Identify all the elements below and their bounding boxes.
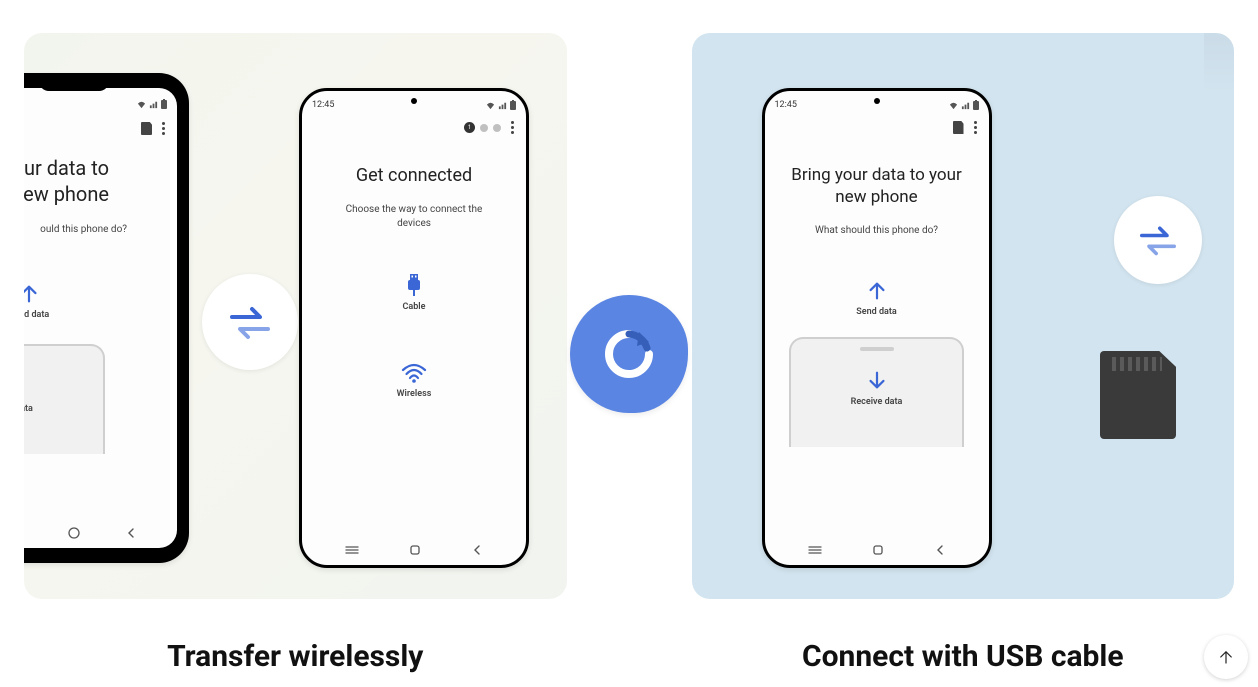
phone-c-title: Bring your data to your new phone bbox=[765, 136, 989, 218]
nav-home-icon[interactable] bbox=[871, 543, 885, 557]
receive-data-option[interactable]: Receive data bbox=[789, 337, 964, 447]
signal-icon bbox=[149, 100, 158, 109]
panel-transfer-wirelessly: 12:45 your data to new phone bbox=[24, 33, 567, 599]
transfer-arrows-icon bbox=[1136, 222, 1180, 258]
receive-data-label: Receive data bbox=[24, 404, 33, 414]
send-data-label: Send data bbox=[24, 310, 49, 320]
app-bar bbox=[24, 118, 177, 137]
phone-a-title-line1: your data to bbox=[24, 155, 159, 181]
nav-bar bbox=[24, 518, 177, 548]
nav-recent-icon[interactable] bbox=[807, 545, 823, 555]
panel-connect-usb: 12:45 Bring your data to your new phone … bbox=[692, 33, 1235, 599]
arrow-down-icon bbox=[866, 369, 888, 391]
status-time: 12:45 bbox=[312, 100, 334, 110]
phone-c-subtitle: What should this phone do? bbox=[765, 218, 989, 244]
transfer-arrows-icon bbox=[226, 302, 274, 342]
transfer-badge bbox=[202, 274, 298, 370]
sd-card-icon[interactable] bbox=[953, 121, 964, 134]
phone-b-title: Get connected bbox=[302, 136, 526, 197]
battery-icon bbox=[161, 99, 167, 109]
wireless-label: Wireless bbox=[397, 389, 432, 399]
status-bar: 12:45 bbox=[765, 93, 989, 117]
signal-icon bbox=[498, 101, 507, 110]
nav-bar bbox=[302, 535, 526, 565]
step-3 bbox=[493, 124, 501, 132]
caption-right: Connect with USB cable bbox=[692, 639, 1235, 674]
nav-back-icon[interactable] bbox=[933, 543, 947, 557]
wifi-status-icon bbox=[486, 101, 495, 110]
transfer-badge bbox=[1114, 196, 1202, 284]
captions-row: Transfer wirelessly Connect with USB cab… bbox=[0, 639, 1258, 674]
status-bar: 12:45 bbox=[302, 93, 526, 117]
receive-data-option[interactable]: Receive data bbox=[24, 344, 105, 454]
step-indicator: 1 bbox=[464, 122, 501, 133]
step-1: 1 bbox=[464, 122, 475, 133]
overflow-menu-icon[interactable] bbox=[162, 122, 165, 135]
phone-bring-data: 12:45 Bring your data to your new phone … bbox=[762, 88, 992, 568]
receive-data-label: Receive data bbox=[851, 397, 903, 407]
nav-back-icon[interactable] bbox=[124, 526, 138, 540]
phone-get-connected: 12:45 1 bbox=[299, 88, 529, 568]
status-time: 12:45 bbox=[775, 100, 797, 110]
wifi-icon bbox=[401, 362, 427, 384]
smart-switch-app-icon bbox=[570, 295, 688, 413]
app-bar bbox=[765, 117, 989, 136]
send-data-label: Send data bbox=[856, 307, 896, 317]
phone-b-subtitle: Choose the way to connect the devices bbox=[302, 197, 526, 237]
send-data-option[interactable]: Send data bbox=[765, 280, 989, 317]
nav-home-icon[interactable] bbox=[67, 526, 81, 540]
nav-home-icon[interactable] bbox=[408, 543, 422, 557]
phone-source-partial: 12:45 your data to new phone bbox=[24, 73, 189, 563]
phone-a-title-line2: new phone bbox=[24, 181, 159, 207]
app-bar: 1 bbox=[302, 117, 526, 136]
nav-bar bbox=[765, 535, 989, 565]
phone-a-subtitle: ould this phone do? bbox=[24, 217, 177, 243]
scroll-to-top-button[interactable] bbox=[1204, 635, 1248, 679]
battery-icon bbox=[510, 100, 516, 110]
usb-cable-icon bbox=[404, 273, 424, 297]
arrow-up-icon bbox=[1217, 648, 1235, 666]
battery-icon bbox=[973, 100, 979, 110]
wifi-status-icon bbox=[949, 101, 958, 110]
overflow-menu-icon[interactable] bbox=[511, 121, 514, 134]
signal-icon bbox=[961, 101, 970, 110]
step-2 bbox=[480, 124, 488, 132]
overflow-menu-icon[interactable] bbox=[974, 121, 977, 134]
caption-left: Transfer wirelessly bbox=[24, 639, 567, 674]
sd-card-icon[interactable] bbox=[141, 122, 152, 135]
arrow-up-icon bbox=[866, 280, 888, 302]
arrow-up-icon bbox=[24, 283, 40, 305]
cable-label: Cable bbox=[403, 302, 426, 312]
nav-recent-icon[interactable] bbox=[344, 545, 360, 555]
wifi-status-icon bbox=[137, 100, 146, 109]
cable-option[interactable]: Cable bbox=[302, 273, 526, 312]
nav-back-icon[interactable] bbox=[470, 543, 484, 557]
wireless-option[interactable]: Wireless bbox=[302, 362, 526, 399]
send-data-option[interactable]: Send data bbox=[24, 283, 177, 320]
sd-card-graphic bbox=[1100, 351, 1176, 439]
smart-switch-glyph-icon bbox=[599, 324, 659, 384]
status-bar: 12:45 bbox=[24, 90, 177, 118]
